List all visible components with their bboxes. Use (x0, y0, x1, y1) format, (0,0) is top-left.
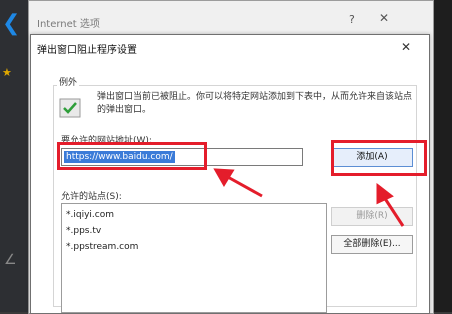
description-text: 弹出窗口当前已被阻止。你可以将特定网站添加到下表中，从而允许来自该站点的弹出窗口… (97, 92, 413, 115)
list-item[interactable]: *.pps.tv (66, 226, 101, 236)
dialog-close-button[interactable]: ✕ (401, 40, 411, 54)
delete-all-button[interactable]: 全部删除(E)... (331, 235, 413, 254)
list-item[interactable]: *.iqiyi.com (66, 210, 114, 220)
exceptions-group-label: 例外 (57, 75, 80, 88)
address-highlight-box (57, 142, 207, 170)
list-item[interactable]: *.ppstream.com (66, 242, 138, 252)
back-arrow-icon[interactable]: ❮ (2, 13, 20, 35)
add-button-highlight-box (331, 140, 427, 176)
internet-options-title: Internet 选项 (37, 19, 100, 30)
help-button[interactable]: ? (349, 13, 355, 26)
allowed-sites-list[interactable]: *.iqiyi.com *.pps.tv *.ppstream.com (61, 203, 327, 313)
browser-sidebar: ❮ ★ ∠ (0, 0, 30, 312)
background-glyph: ∠ (4, 252, 17, 268)
allowed-sites-label: 允许的站点(S): (61, 192, 122, 202)
popup-blocker-dialog: 弹出窗口阻止程序设置 ✕ 例外 弹出窗口当前已被阻止。你可以将特定网站添加到下表… (30, 34, 430, 314)
dialog-title: 弹出窗口阻止程序设置 (37, 45, 137, 56)
shield-check-icon (59, 98, 81, 118)
favorites-star-icon[interactable]: ★ (2, 66, 12, 79)
close-button[interactable]: ✕ (379, 11, 389, 25)
delete-button[interactable]: 删除(R) (331, 207, 413, 226)
